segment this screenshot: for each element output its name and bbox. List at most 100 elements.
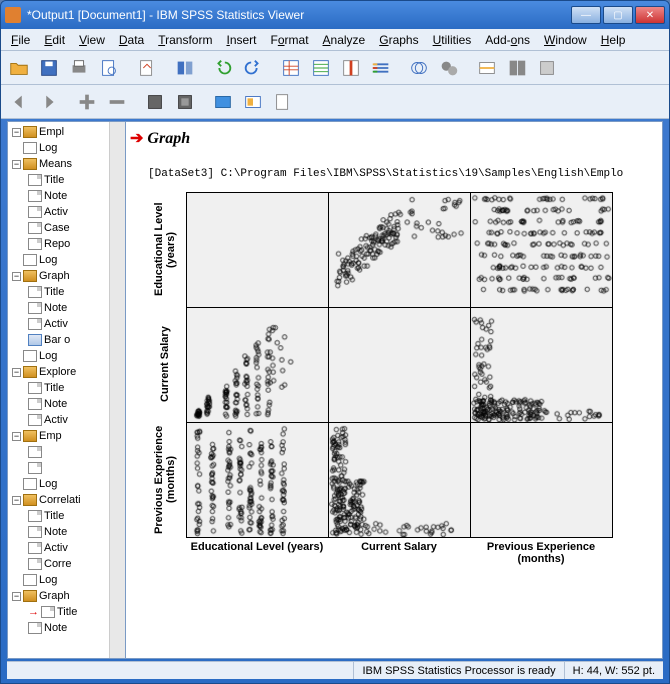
tree-toggle-icon[interactable]: − xyxy=(12,368,21,377)
redo-button[interactable] xyxy=(239,54,267,82)
menu-view[interactable]: View xyxy=(73,31,111,49)
page-icon xyxy=(28,238,42,250)
menu-insert[interactable]: Insert xyxy=(220,31,262,49)
collapse-button[interactable] xyxy=(141,88,169,116)
menu-format[interactable]: Format xyxy=(265,31,315,49)
preview-button[interactable] xyxy=(95,54,123,82)
tree-toggle-icon[interactable]: − xyxy=(12,496,21,505)
page-icon xyxy=(28,286,42,298)
log-icon xyxy=(23,350,37,362)
tree-label: Note xyxy=(44,190,67,202)
menu-addons[interactable]: Add-ons xyxy=(479,31,536,49)
tree-label: Log xyxy=(39,574,57,586)
open-button[interactable] xyxy=(5,54,33,82)
tree-label: Activ xyxy=(44,542,68,554)
tree-label: Title xyxy=(44,510,64,522)
graph-heading: ➔Graph xyxy=(130,128,658,148)
tree-toggle-icon[interactable]: − xyxy=(12,128,21,137)
status-dims: H: 44, W: 552 pt. xyxy=(564,662,663,679)
menu-help[interactable]: Help xyxy=(595,31,632,49)
goto-case-button[interactable] xyxy=(307,54,335,82)
nav-back-button[interactable] xyxy=(5,88,33,116)
tree-label: Correlati xyxy=(39,494,81,506)
tree-label: Means xyxy=(39,158,72,170)
tree-label: Title xyxy=(44,286,64,298)
tree-label: Emp xyxy=(39,430,62,442)
cell-0-0 xyxy=(186,192,329,308)
dataset-path: [DataSet3] C:\Program Files\IBM\SPSS\Sta… xyxy=(130,168,658,180)
select-button[interactable] xyxy=(367,54,395,82)
promote-button[interactable] xyxy=(73,88,101,116)
tree-toggle-icon[interactable]: − xyxy=(12,432,21,441)
toolbar-nav xyxy=(1,85,669,119)
outline-pane[interactable]: −EmplLog−MeansTitleNoteActivCaseRepoLog−… xyxy=(8,122,126,658)
tree-label: Log xyxy=(39,350,57,362)
value-labels-button[interactable] xyxy=(473,54,501,82)
tree-label: Case xyxy=(44,222,70,234)
menu-window[interactable]: Window xyxy=(538,31,593,49)
book-icon xyxy=(23,494,37,506)
print-button[interactable] xyxy=(65,54,93,82)
undo-button[interactable] xyxy=(209,54,237,82)
outline-scrollbar-v[interactable] xyxy=(109,122,125,658)
log-icon xyxy=(23,478,37,490)
variables-button[interactable] xyxy=(337,54,365,82)
menu-transform[interactable]: Transform xyxy=(152,31,218,49)
tree-label: Log xyxy=(39,254,57,266)
cell-0-1 xyxy=(328,192,471,308)
save-button[interactable] xyxy=(35,54,63,82)
menu-graphs[interactable]: Graphs xyxy=(373,31,424,49)
book-icon xyxy=(23,126,37,138)
statusbar: IBM SPSS Statistics Processor is ready H… xyxy=(7,661,663,679)
tree-label: Bar o xyxy=(44,334,70,346)
tree-label: Activ xyxy=(44,414,68,426)
status-processor: IBM SPSS Statistics Processor is ready xyxy=(353,662,563,679)
minimize-button[interactable]: — xyxy=(571,6,601,24)
cell-2-0 xyxy=(186,422,329,538)
split-button[interactable] xyxy=(503,54,531,82)
expand-button[interactable] xyxy=(171,88,199,116)
menu-edit[interactable]: Edit xyxy=(38,31,71,49)
tree-toggle-icon[interactable]: − xyxy=(12,592,21,601)
menu-data[interactable]: Data xyxy=(113,31,150,49)
tree-label: Log xyxy=(39,142,57,154)
log-icon xyxy=(23,254,37,266)
cell-2-1 xyxy=(328,422,471,538)
insert-button[interactable] xyxy=(269,88,297,116)
scatterplot-matrix[interactable]: Educational Level (years) Current Salary… xyxy=(144,192,658,585)
recall-button[interactable] xyxy=(171,54,199,82)
weight-button[interactable] xyxy=(435,54,463,82)
demote-button[interactable] xyxy=(103,88,131,116)
log-icon xyxy=(23,574,37,586)
book-icon xyxy=(23,158,37,170)
tree-label: Explore xyxy=(39,366,76,378)
show-button[interactable] xyxy=(209,88,237,116)
close-button[interactable]: ✕ xyxy=(635,6,665,24)
book-icon xyxy=(23,430,37,442)
hide-button[interactable] xyxy=(239,88,267,116)
tree-label: Note xyxy=(44,398,67,410)
menu-utilities[interactable]: Utilities xyxy=(427,31,478,49)
page-icon xyxy=(41,606,55,618)
designate-button[interactable] xyxy=(533,54,561,82)
selection-arrow-icon: ➔ xyxy=(130,130,143,147)
titlebar[interactable]: *Output1 [Document1] - IBM SPSS Statisti… xyxy=(1,1,669,29)
venn-button[interactable] xyxy=(405,54,433,82)
nav-forward-button[interactable] xyxy=(35,88,63,116)
tree-label: Note xyxy=(44,526,67,538)
export-button[interactable] xyxy=(133,54,161,82)
tree-toggle-icon[interactable]: − xyxy=(12,160,21,169)
menu-analyze[interactable]: Analyze xyxy=(317,31,372,49)
tree-label: Graph xyxy=(39,590,70,602)
cell-1-2 xyxy=(470,307,613,423)
app-icon xyxy=(5,7,21,23)
viewer-pane[interactable]: ➔Graph [DataSet3] C:\Program Files\IBM\S… xyxy=(126,122,662,658)
maximize-button[interactable]: ▢ xyxy=(603,6,633,24)
tree-label: Activ xyxy=(44,206,68,218)
menu-file[interactable]: File xyxy=(5,31,36,49)
page-icon xyxy=(28,526,42,538)
tree-toggle-icon[interactable]: − xyxy=(12,272,21,281)
toolbar-main xyxy=(1,51,669,85)
ylabel-0: Educational Level (years) xyxy=(144,192,186,307)
goto-data-button[interactable] xyxy=(277,54,305,82)
